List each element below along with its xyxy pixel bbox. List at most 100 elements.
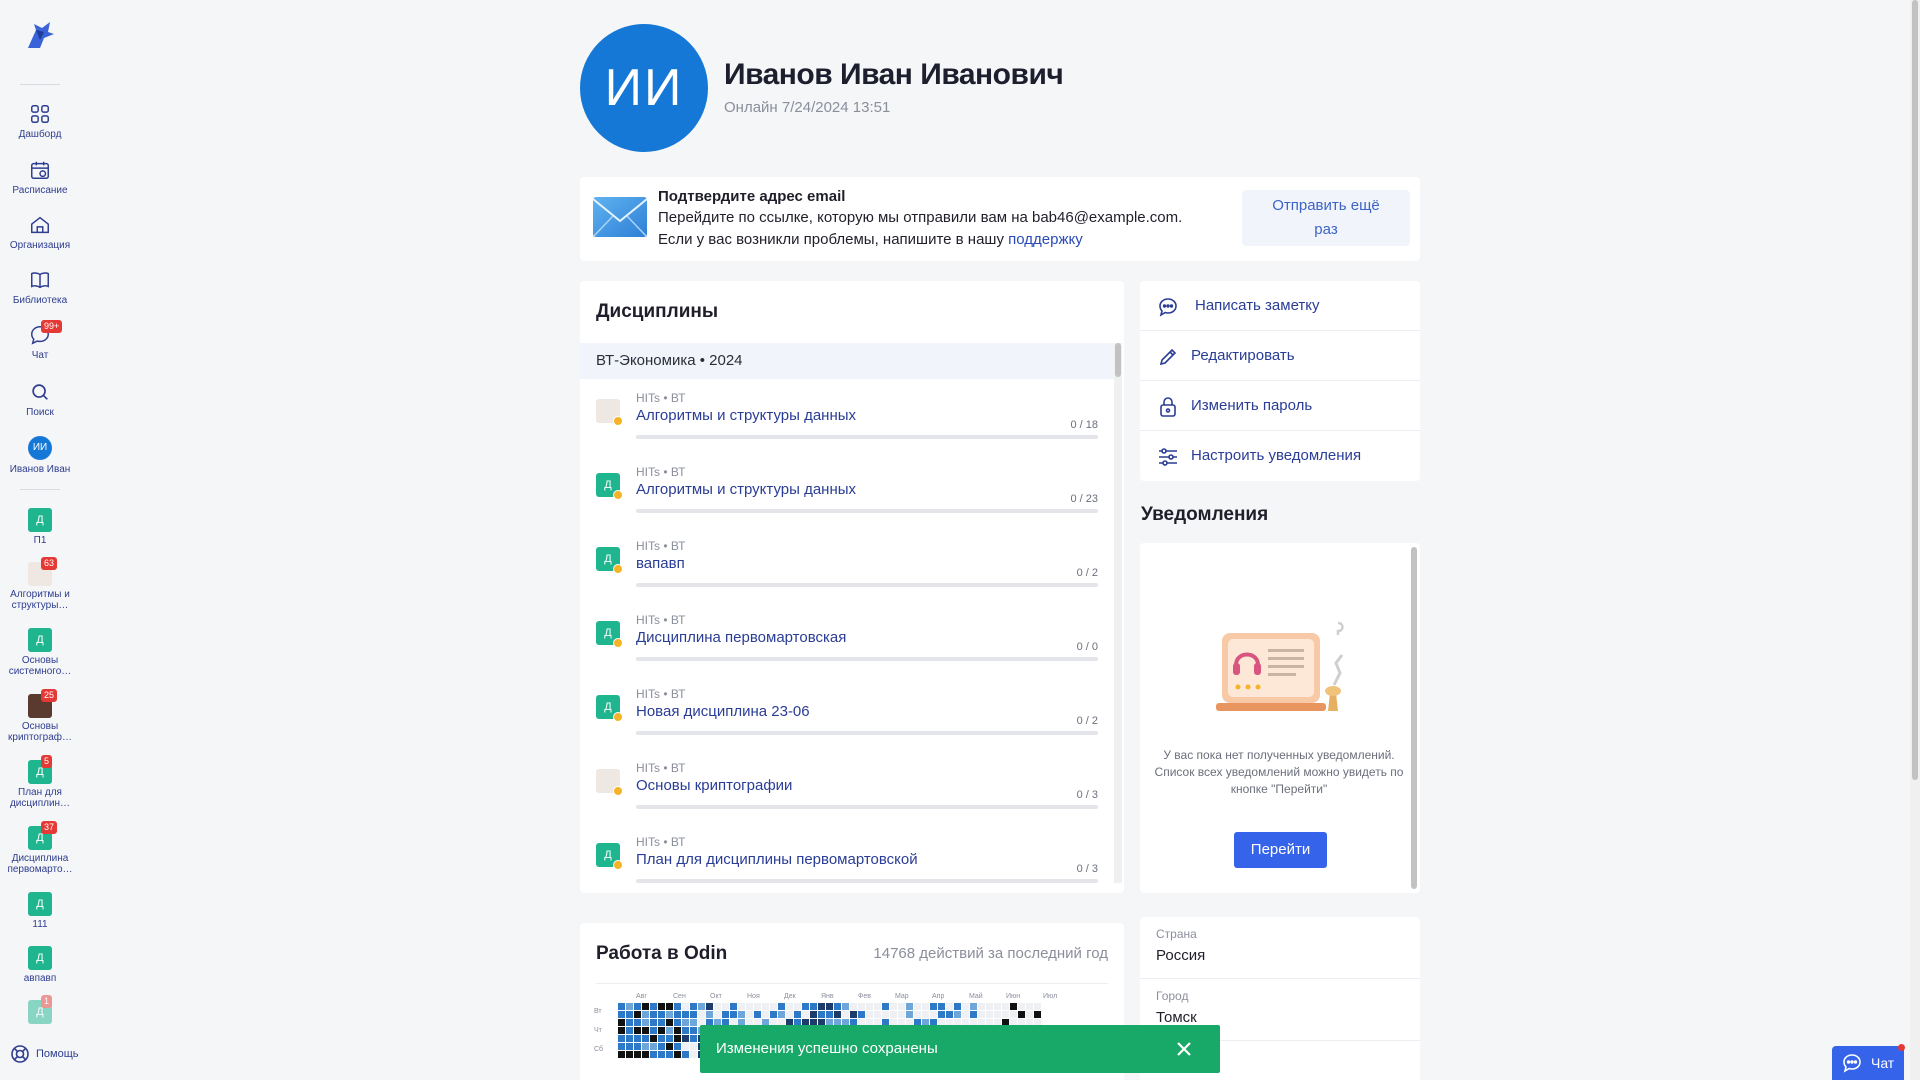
discipline-item[interactable]: Д HITs • ВТ Новая дисциплина 23-06 0 / 2 bbox=[580, 675, 1114, 749]
disciplines-group-header: ВТ-Экономика • 2024 bbox=[580, 343, 1114, 379]
heatmap-month-label: Окт bbox=[710, 993, 723, 1000]
heatmap-cell bbox=[898, 1003, 905, 1010]
heatmap-cell bbox=[658, 1027, 665, 1034]
envelope-icon bbox=[593, 197, 647, 237]
discipline-name[interactable]: Алгоритмы и структуры данных bbox=[636, 481, 856, 498]
discipline-item[interactable]: Д HITs • ВТ План для дисциплины первомарто… bbox=[580, 823, 1114, 893]
change-password-button[interactable]: Изменить пароль bbox=[1140, 381, 1420, 431]
nav-chat[interactable]: Чат 99+ bbox=[0, 320, 80, 362]
heatmap-cell bbox=[786, 1011, 793, 1018]
discipline-progress-count: 0 / 18 bbox=[1070, 419, 1098, 431]
heatmap-cell bbox=[642, 1027, 649, 1034]
dashboard-icon bbox=[31, 105, 49, 123]
discipline-progress-count: 0 / 2 bbox=[1076, 567, 1098, 579]
heatmap-cell bbox=[690, 1035, 697, 1042]
sidebar-course[interactable]: Д П1 bbox=[0, 508, 80, 546]
nav-label: Поиск bbox=[26, 407, 54, 418]
heatmap-cell bbox=[658, 1019, 665, 1026]
activity-summary: 14768 действий за последний год bbox=[873, 945, 1108, 962]
heatmap-cell bbox=[642, 1035, 649, 1042]
go-to-notifications-button[interactable]: Перейти bbox=[1234, 832, 1327, 868]
resend-label-line1: Отправить ещё bbox=[1272, 197, 1380, 214]
discipline-item[interactable]: Д HITs • ВТ Дисциплина первомартовская 0 / … bbox=[580, 601, 1114, 675]
heatmap-cell bbox=[658, 1003, 665, 1010]
help-button[interactable]: Помощь bbox=[10, 1044, 79, 1064]
write-note-button[interactable]: Написать заметку bbox=[1140, 281, 1420, 331]
odin-logo-icon[interactable] bbox=[22, 18, 58, 54]
heatmap-cell bbox=[682, 1003, 689, 1010]
course-label: Дисциплина первомарто… bbox=[7, 853, 73, 875]
book-icon bbox=[31, 272, 49, 289]
notification-settings-button[interactable]: Настроить уведомления bbox=[1140, 431, 1420, 481]
lock-icon bbox=[1160, 397, 1176, 417]
heatmap-cell bbox=[1002, 1011, 1009, 1018]
course-label: Основы системного… bbox=[8, 655, 72, 677]
chat-widget-button[interactable]: Чат bbox=[1832, 1044, 1905, 1080]
support-link[interactable]: поддержку bbox=[1008, 231, 1083, 248]
course-label: Алгоритмы и структуры… bbox=[10, 589, 70, 611]
heatmap-cell bbox=[626, 1027, 633, 1034]
discipline-progress-bar bbox=[636, 435, 1098, 439]
scrollbar-thumb[interactable] bbox=[1411, 547, 1417, 889]
nav-dashboard[interactable]: Дашборд bbox=[0, 103, 80, 141]
discipline-item[interactable]: Д HITs • ВТ вапавп 0 / 2 bbox=[580, 527, 1114, 601]
discipline-name[interactable]: Новая дисциплина 23-06 bbox=[636, 703, 810, 720]
heatmap-cell bbox=[1034, 1003, 1041, 1010]
unread-dot bbox=[1898, 1044, 1905, 1051]
sidebar-course[interactable]: Д 111 bbox=[0, 892, 80, 930]
nav-profile[interactable]: ИИ Иванов Иван bbox=[0, 436, 80, 476]
heatmap-cell bbox=[858, 1003, 865, 1010]
nav-schedule[interactable]: Расписание bbox=[0, 159, 80, 197]
heatmap-cell bbox=[714, 1003, 721, 1010]
profile-name: Иванов Иван Иванович bbox=[724, 58, 1064, 91]
heatmap-cell bbox=[922, 1011, 929, 1018]
status-dot bbox=[613, 638, 623, 648]
heatmap-cell bbox=[690, 1011, 697, 1018]
scrollbar-thumb[interactable] bbox=[1912, 0, 1918, 780]
heatmap-cell bbox=[658, 1043, 665, 1050]
heatmap-cell bbox=[722, 1003, 729, 1010]
discipline-name[interactable]: План для дисциплины первомартовской bbox=[636, 851, 918, 868]
sidebar-course[interactable]: Д 37 Дисциплина первомарто… bbox=[0, 821, 80, 875]
discipline-item[interactable]: Д HITs • ВТ Алгоритмы и структуры данных 0 … bbox=[580, 453, 1114, 527]
heatmap-cell bbox=[874, 1003, 881, 1010]
edit-button[interactable]: Редактировать bbox=[1140, 331, 1420, 381]
resend-button[interactable]: Отправить ещё раз bbox=[1242, 190, 1410, 246]
sliders-icon bbox=[1159, 448, 1177, 466]
heatmap-month-label: Сен bbox=[673, 993, 686, 1000]
nav-library[interactable]: Библиотека bbox=[0, 269, 80, 307]
nav-search[interactable]: Поиск bbox=[0, 381, 80, 419]
close-icon[interactable] bbox=[1172, 1037, 1196, 1061]
discipline-item[interactable]: HITs • ВТ Алгоритмы и структуры данных 0 /… bbox=[580, 379, 1114, 453]
sidebar-course[interactable]: Д авпавп bbox=[0, 946, 80, 984]
discipline-name[interactable]: Дисциплина первомартовская bbox=[636, 629, 846, 646]
discipline-item[interactable]: HITs • ВТ Основы криптографии 0 / 3 bbox=[580, 749, 1114, 823]
sidebar-course[interactable]: Д Основы системного… bbox=[0, 628, 80, 677]
sidebar-course[interactable]: Д 5 План для дисциплин… bbox=[0, 755, 80, 809]
heatmap-cell bbox=[666, 1043, 673, 1050]
heatmap-cell bbox=[954, 1003, 961, 1010]
sidebar-course[interactable]: Д 1 bbox=[0, 995, 80, 1024]
notifications-scrollbar[interactable] bbox=[1411, 543, 1419, 893]
heatmap-cell bbox=[666, 1035, 673, 1042]
heatmap-cell bbox=[642, 1011, 649, 1018]
sidebar-course[interactable]: 25 Основы криптограф… bbox=[0, 689, 80, 743]
sidebar-course[interactable]: 63 Алгоритмы и структуры… bbox=[0, 557, 80, 611]
nav-organization[interactable]: Организация bbox=[0, 214, 80, 252]
heatmap-cell bbox=[866, 1003, 873, 1010]
course-badge: 63 bbox=[41, 557, 58, 570]
heatmap-cell bbox=[714, 1011, 721, 1018]
heatmap-cell bbox=[858, 1011, 865, 1018]
heatmap-cell bbox=[810, 1003, 817, 1010]
heatmap-cell bbox=[722, 1011, 729, 1018]
disciplines-scrollbar[interactable] bbox=[1114, 343, 1122, 883]
help-label: Помощь bbox=[36, 1048, 79, 1060]
discipline-name[interactable]: Основы криптографии bbox=[636, 777, 792, 794]
discipline-subtitle: HITs • ВТ bbox=[636, 687, 686, 701]
page-scrollbar[interactable] bbox=[1910, 0, 1920, 1080]
discipline-name[interactable]: Алгоритмы и структуры данных bbox=[636, 407, 856, 424]
scrollbar-thumb[interactable] bbox=[1115, 343, 1121, 377]
heatmap-month-label: Фев bbox=[858, 993, 871, 1000]
discipline-subtitle: HITs • ВТ bbox=[636, 761, 686, 775]
discipline-name[interactable]: вапавп bbox=[636, 555, 685, 572]
